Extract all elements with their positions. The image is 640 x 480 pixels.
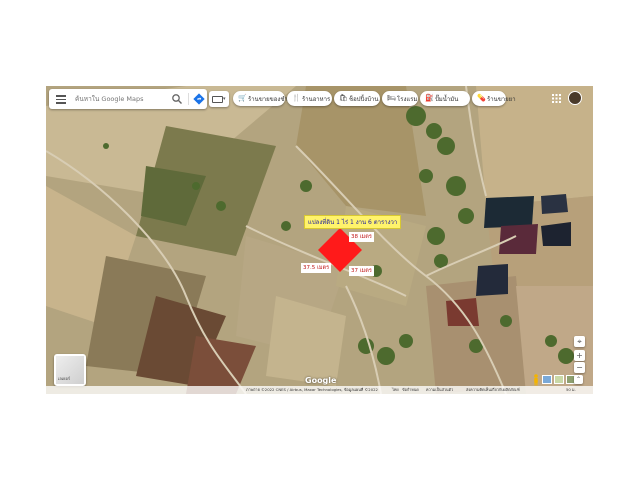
category-chip-label: ร้านขายของชำ [248,95,288,103]
category-chip-label: ปั๊มน้ำมัน [435,95,459,103]
category-chip[interactable]: 🛍 ช็อปปิ้งบ้าน [334,91,380,106]
imagery-thumbnails [542,375,576,384]
category-chip-label: ร้านอาหาร [302,95,331,103]
bed-icon: 🛏 [387,94,396,102]
zoom-in-button[interactable]: + [574,350,585,361]
map-footer: ภาพถ่าย ©2022 CNES / Airbus, Maxar Techn… [46,386,593,394]
imagery-attribution: ภาพถ่าย ©2022 CNES / Airbus, Maxar Techn… [246,387,378,392]
parcel-side-label: 37.5 เมตร [301,263,332,273]
layers-button[interactable]: เลเยอร์ [54,354,86,386]
category-chip-label: ร้านขายยา [487,95,516,103]
privacy-link[interactable]: ความเป็นส่วนตัว [426,386,453,394]
bag-icon: 🛍 [339,94,348,102]
category-chip[interactable]: ⛽ ปั๊มน้ำมัน [420,91,470,106]
search-icon[interactable] [171,93,183,105]
satellite-map[interactable]: ▾ 🛒ร้านขายของชำ🍴ร้านอาหาร🛍ช็อปปิ้งบ้าน🛏โ… [46,86,593,394]
fork-knife-icon: 🍴 [292,94,301,102]
chevron-down-icon: ▾ [223,96,226,102]
fuel-icon: ⛽ [425,94,434,102]
pegman-icon[interactable] [532,374,540,386]
account-avatar[interactable] [568,91,582,105]
terms-link[interactable]: ข้อกำหนด [402,386,419,394]
input-tools-button[interactable]: ▾ [209,91,229,107]
search-box [49,89,207,109]
zoom-out-button[interactable]: − [574,362,585,373]
imagery-thumbnail[interactable] [542,375,552,384]
pill-icon: 💊 [477,94,486,102]
parcel-side-label: 37 เมตร [349,266,374,276]
category-chip[interactable]: 🍴 ร้านอาหาร [287,91,332,106]
directions-icon[interactable] [193,93,205,105]
category-chip[interactable]: 🛏 โรงแรม [382,91,418,106]
category-chip-label: โรงแรม [397,95,418,103]
search-input[interactable] [75,93,165,105]
google-logo: Google [305,376,337,385]
parcel-title-label: แปลงที่ดิน 1 ไร่ 1 งาน 6 ตารางวา [304,215,402,229]
imagery-thumbnail[interactable] [554,375,564,384]
scale-label: 50 ม. [566,387,576,392]
category-chip-label: ช็อปปิ้งบ้าน [349,95,379,103]
category-chip[interactable]: 🛒 ร้านขายของชำ [233,91,288,106]
category-chip[interactable]: 💊 ร้านขายยา [472,91,516,106]
expand-icon[interactable]: ⌃ [574,375,583,384]
feedback-link[interactable]: ส่งความคิดเห็นเกี่ยวกับผลิตภัณฑ์ [466,386,520,394]
apps-grid-icon[interactable] [552,94,561,103]
parcel-side-label: 38 เมตร [349,232,374,242]
layers-label: เลเยอร์ [58,376,71,381]
my-location-button[interactable]: ⌖ [574,336,585,347]
search-divider [188,93,189,105]
hamburger-menu-icon[interactable] [56,95,66,104]
keyboard-icon [212,96,223,103]
cart-icon: 🛒 [238,94,247,102]
country-link[interactable]: ไทย [392,386,399,394]
